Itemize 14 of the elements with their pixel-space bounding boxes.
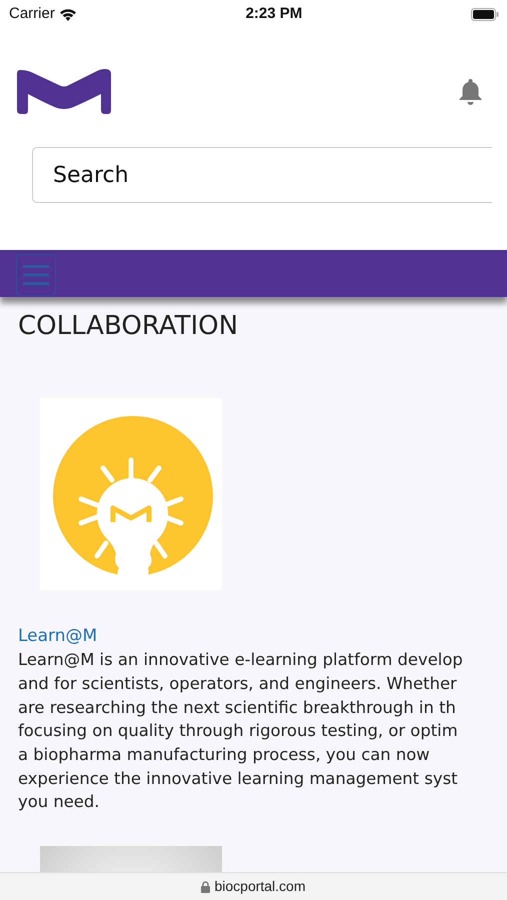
url-label: biocportal.com [214, 877, 306, 896]
menu-icon [23, 263, 49, 287]
logo-icon[interactable] [17, 68, 112, 114]
carrier-label: Carrier [9, 4, 55, 24]
time-label: 2:23 PM [246, 4, 302, 24]
section-title: COLLABORATION [18, 311, 240, 342]
wifi-icon [58, 8, 77, 20]
lock-icon [201, 880, 210, 892]
lightbulb-icon [40, 398, 222, 590]
notification-bell-icon[interactable] [457, 78, 484, 104]
learn-link[interactable]: Learn@M [18, 624, 98, 648]
description-text: Learn@M is an innovative e-learning platform develop and for scientists, operators, and engineers. Whether are researching the next scientific breakthrough in th focusing on quality through rigorous testing, or optim a biopharma manufacturing process, you can now experience the innovative learning management syst you need. [18, 649, 464, 814]
search-field[interactable]: Search [32, 147, 492, 203]
battery-icon [470, 8, 499, 20]
